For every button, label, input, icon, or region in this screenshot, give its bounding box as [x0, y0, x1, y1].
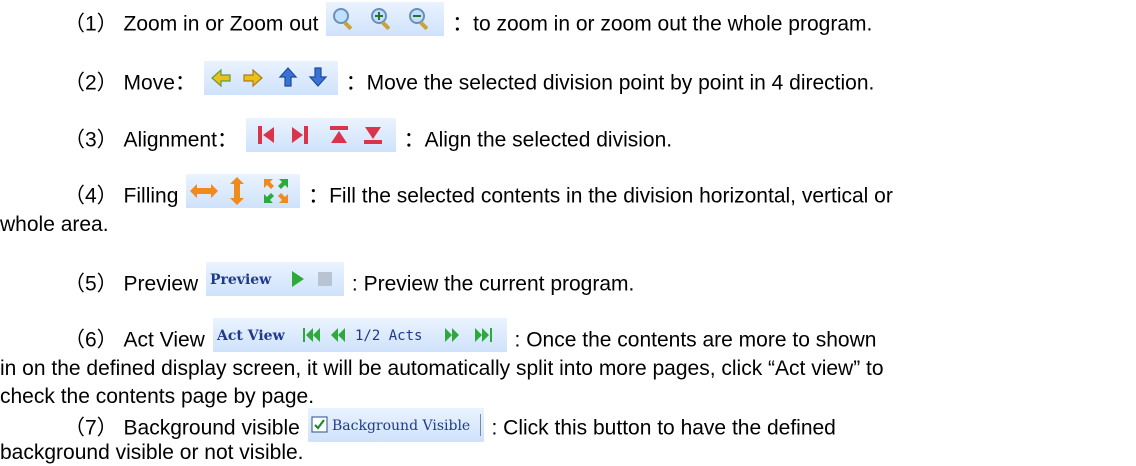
align-left-icon [257, 126, 274, 144]
item-act-view-continuation: in on the defined display screen, it wil… [0, 357, 884, 380]
item-description: ：Align the selected division. [403, 128, 673, 152]
act-view-toolbar-label: Act View [216, 328, 286, 344]
move-toolbar-image [203, 61, 338, 95]
item-label: Move： [123, 71, 196, 95]
item-number: （2） [64, 71, 118, 95]
item-filling: （4） Filling ：Fill the selected contents … [64, 174, 893, 214]
fill-horizontal-icon [190, 184, 219, 198]
item-number: （5） [64, 272, 118, 296]
act-pager-label: 1/2 Acts [355, 328, 422, 344]
item-description: : Once the contents are more to shown [514, 328, 877, 352]
item-preview: （5） Preview Preview : Preview the curren… [64, 262, 635, 302]
item-description: ：to zoom in or zoom out the whole progra… [452, 12, 873, 36]
item-label: Alignment： [123, 128, 238, 152]
item-background-visible-continuation: background visible or not visible. [0, 441, 304, 464]
item-number: （6） [64, 328, 118, 352]
item-number: （4） [64, 184, 118, 208]
fill-whole-icon [264, 179, 289, 203]
align-top-icon [329, 126, 348, 143]
item-alignment: （3） Alignment： ：Align the selected divis… [64, 118, 673, 158]
align-bottom-icon [363, 127, 382, 144]
preview-toolbar-image: Preview [206, 262, 345, 296]
item-label: Preview [123, 272, 199, 296]
checkbox-checked-icon [311, 416, 328, 433]
fill-vertical-icon [230, 177, 245, 205]
item-number: （1） [64, 12, 118, 36]
item-act-view: （6） Act View Act View 1/2 Acts : Once th… [64, 318, 877, 358]
background-visible-toolbar-image: Background Visible [307, 408, 484, 442]
item-number: （7） [64, 416, 118, 440]
item-zoom: （1） Zoom in or Zoom out ：to zoom in or z… [64, 2, 873, 42]
item-description: : Click this button to have the defined [491, 416, 836, 440]
zoom-in-icon [371, 8, 391, 30]
background-visible-checkbox-label: Background Visible [332, 418, 470, 434]
toolbar-separator [479, 414, 481, 436]
act-view-toolbar-image: Act View 1/2 Acts [212, 318, 507, 352]
zoom-toolbar-image [326, 2, 445, 36]
arrow-left-icon [210, 68, 231, 88]
align-right-icon [291, 126, 308, 144]
item-label: Act View [123, 328, 205, 352]
preview-toolbar-label: Preview [210, 272, 272, 288]
alignment-toolbar-image [245, 118, 396, 152]
item-act-view-continuation-2: check the contents page by page. [0, 385, 315, 408]
stop-icon [318, 272, 333, 286]
item-label: Zoom in or Zoom out [123, 12, 319, 36]
item-label: Filling [123, 184, 179, 208]
next-page-icon [444, 328, 459, 342]
zoom-out-icon [409, 8, 429, 30]
last-page-icon [474, 328, 492, 342]
item-number: （3） [64, 128, 118, 152]
item-description: ：Move the selected division point by poi… [345, 71, 875, 95]
arrow-up-icon [278, 67, 298, 87]
zoom-fit-icon [333, 8, 353, 30]
filling-toolbar-image [186, 174, 301, 208]
arrow-right-icon [243, 68, 263, 88]
item-move: （2） Move： ：Move the selected division po… [64, 61, 875, 101]
arrow-down-icon [308, 67, 328, 87]
item-label: Background visible [123, 416, 300, 440]
item-description: : Preview the current program. [351, 272, 635, 296]
item-description: ：Fill the selected contents in the divis… [308, 184, 893, 208]
first-page-icon [302, 328, 320, 342]
prev-page-icon [330, 328, 345, 342]
item-filling-continuation: whole area. [0, 213, 109, 236]
play-icon [292, 271, 305, 287]
